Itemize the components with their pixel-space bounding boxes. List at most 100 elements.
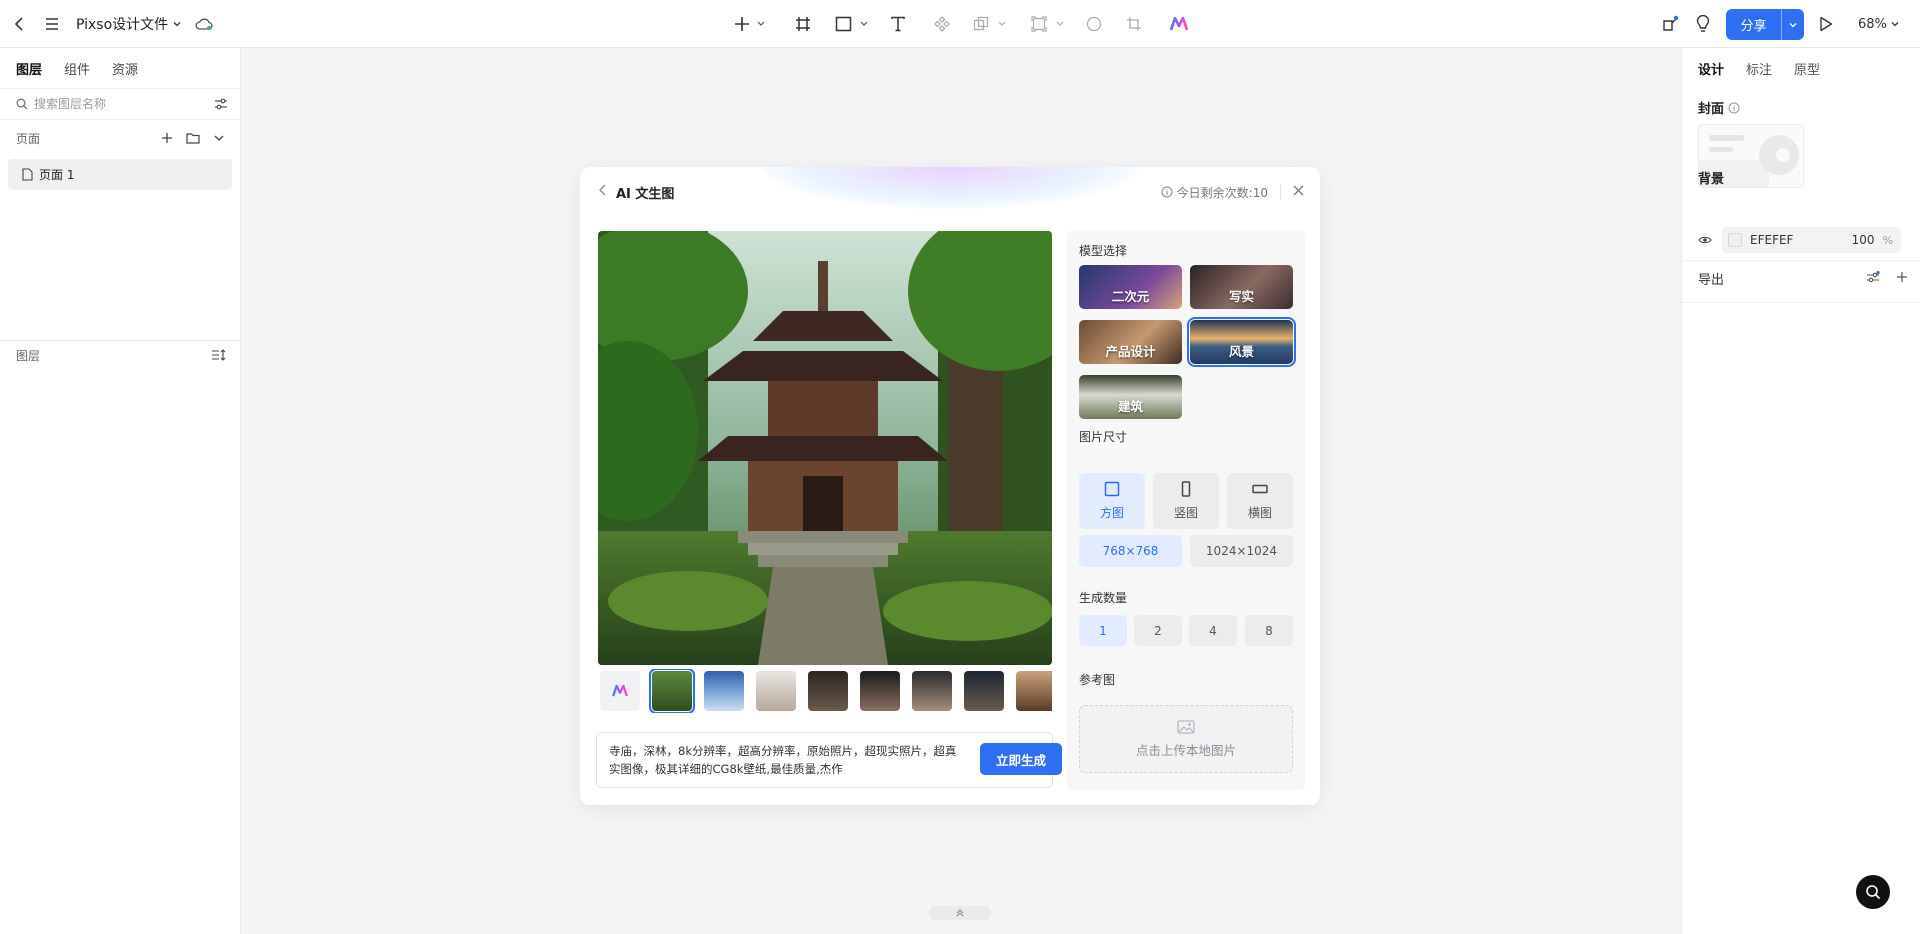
thumbnail-portrait[interactable] xyxy=(964,671,1004,711)
menu-icon[interactable] xyxy=(42,0,62,48)
component-tool-icon[interactable] xyxy=(931,0,953,48)
insert-tool[interactable] xyxy=(730,0,770,48)
right-tabs: 设计 标注 原型 xyxy=(1682,48,1920,88)
rectangle-tool[interactable] xyxy=(832,0,872,48)
left-sidebar: 图层 组件 资源 页面 页面 1 图层 xyxy=(0,48,241,934)
plugin-icon[interactable] xyxy=(1659,0,1681,48)
double-chevron-up-icon xyxy=(956,909,964,917)
mask-tool[interactable] xyxy=(1028,0,1068,48)
tab-components[interactable]: 组件 xyxy=(64,59,90,78)
size-landscape[interactable]: 横图 xyxy=(1227,473,1293,529)
layers-header-label: 图层 xyxy=(16,348,41,363)
thumbnail-portrait[interactable] xyxy=(756,671,796,711)
cover-label: 封面 xyxy=(1698,102,1725,117)
share-button[interactable]: 分享 xyxy=(1726,9,1804,40)
ellipse-tool-icon[interactable] xyxy=(1083,0,1105,48)
thumbnail-temple[interactable] xyxy=(649,669,695,713)
model-product-design[interactable]: 产品设计 xyxy=(1079,320,1182,364)
model-anime[interactable]: 二次元 xyxy=(1079,265,1182,309)
background-opacity[interactable]: 100 xyxy=(1852,233,1875,247)
background-hex[interactable]: EFEFEF xyxy=(1750,233,1852,247)
close-icon[interactable] xyxy=(1293,185,1304,200)
background-color-field[interactable]: EFEFEF 100 % xyxy=(1722,227,1901,253)
folder-icon[interactable] xyxy=(180,127,206,149)
color-swatch[interactable] xyxy=(1728,233,1742,247)
rectangle-icon xyxy=(835,16,868,32)
chevron-down-icon[interactable] xyxy=(206,127,232,149)
generate-button[interactable]: 立即生成 xyxy=(980,743,1062,775)
top-toolbar: Pixso设计文件 分享 68% xyxy=(0,0,1920,48)
count-option-8[interactable]: 8 xyxy=(1245,615,1293,646)
image-icon xyxy=(1177,719,1195,734)
prompt-input[interactable]: 寺庙，深林，8k分辨率，超高分辨率，原始照片，超现实照片，超真实图像，极其详细的… xyxy=(609,742,964,778)
layer-search xyxy=(0,88,240,120)
count-option-4[interactable]: 4 xyxy=(1189,615,1237,646)
upload-reference-area[interactable]: 点击上传本地图片 xyxy=(1079,705,1293,773)
tab-prototype[interactable]: 原型 xyxy=(1794,59,1820,78)
thumbnail-portrait[interactable] xyxy=(860,671,900,711)
tab-assets[interactable]: 资源 xyxy=(112,59,138,78)
export-section: 导出 xyxy=(1698,269,1908,288)
tab-design[interactable]: 设计 xyxy=(1698,59,1724,78)
background-label: 背景 xyxy=(1698,172,1725,187)
file-title-menu[interactable]: Pixso设计文件 xyxy=(76,0,182,48)
info-icon xyxy=(1728,102,1740,113)
cloud-sync-icon[interactable] xyxy=(193,0,215,48)
add-page-icon[interactable] xyxy=(154,127,180,149)
zoom-menu[interactable]: 68% xyxy=(1858,0,1900,48)
thumbnail-portrait[interactable] xyxy=(808,671,848,711)
crop-tool-icon[interactable] xyxy=(1123,0,1145,48)
count-option-2[interactable]: 2 xyxy=(1134,615,1182,646)
dialog-title: AI 文生图 xyxy=(616,186,675,202)
info-icon xyxy=(1161,186,1173,198)
lightbulb-icon[interactable] xyxy=(1692,0,1714,48)
thumbnail-landscape[interactable] xyxy=(704,671,744,711)
size-square-label: 方图 xyxy=(1099,506,1124,520)
ai-logo-icon[interactable] xyxy=(1168,0,1190,48)
pages-header-label: 页面 xyxy=(16,131,41,146)
generated-image xyxy=(598,231,1052,665)
section-divider xyxy=(1682,302,1920,303)
play-icon[interactable] xyxy=(1815,0,1837,48)
page-icon xyxy=(22,168,33,181)
size-label: 图片尺寸 xyxy=(1079,430,1128,444)
mask-icon xyxy=(1031,16,1064,32)
size-square[interactable]: 方图 xyxy=(1079,473,1145,529)
expand-panel-handle[interactable] xyxy=(929,906,991,920)
boolean-tool[interactable] xyxy=(970,0,1010,48)
text-tool-icon[interactable] xyxy=(887,0,909,48)
layers-header: 图层 xyxy=(0,339,240,371)
dialog-back-icon[interactable] xyxy=(598,184,608,200)
back-icon[interactable] xyxy=(10,0,30,48)
add-export-icon[interactable] xyxy=(1896,271,1908,287)
export-settings-icon[interactable] xyxy=(1866,270,1880,287)
thumbnail-portrait[interactable] xyxy=(912,671,952,711)
dialog-header: AI 文生图 今日剩余次数:10 xyxy=(580,167,1320,217)
search-input[interactable] xyxy=(34,97,214,111)
quota-text: 今日剩余次数:10 xyxy=(1176,185,1268,200)
upload-text: 点击上传本地图片 xyxy=(1135,742,1236,758)
model-realistic[interactable]: 写实 xyxy=(1190,265,1293,309)
right-sidebar: 设计 标注 原型 封面 背景 EFEFEF 100 % 导出 xyxy=(1681,48,1920,934)
count-option-1[interactable]: 1 xyxy=(1079,615,1127,646)
size-landscape-label: 横图 xyxy=(1247,506,1272,520)
model-landscape[interactable]: 风景 xyxy=(1187,317,1296,367)
page-item[interactable]: 页面 1 xyxy=(8,159,232,190)
model-anime-label: 二次元 xyxy=(1111,289,1150,304)
size-portrait[interactable]: 竖图 xyxy=(1153,473,1219,529)
resolution-1024[interactable]: 1024×1024 xyxy=(1190,535,1293,567)
share-dropdown-icon[interactable] xyxy=(1782,20,1804,30)
model-realistic-label: 写实 xyxy=(1228,289,1254,304)
ai-logo-thumbnail[interactable] xyxy=(600,671,640,711)
tab-annotation[interactable]: 标注 xyxy=(1746,59,1772,78)
prompt-box[interactable]: 寺庙，深林，8k分辨率，超高分辨率，原始照片，超现实照片，超真实图像，极其详细的… xyxy=(596,732,1062,788)
floating-search-button[interactable] xyxy=(1856,875,1890,909)
resolution-768[interactable]: 768×768 xyxy=(1079,535,1182,567)
settings-panel: 模型选择 二次元 写实 产品设计 风景 建筑 图片尺寸 方图 竖图 横图 768… xyxy=(1067,230,1305,790)
tab-layers[interactable]: 图层 xyxy=(16,59,42,78)
model-architecture[interactable]: 建筑 xyxy=(1079,375,1182,419)
left-tabs: 图层 组件 资源 xyxy=(0,48,240,88)
thumbnail-portrait[interactable] xyxy=(1016,671,1052,711)
layer-sort-icon[interactable] xyxy=(206,344,232,366)
frame-tool-icon[interactable] xyxy=(792,0,814,48)
